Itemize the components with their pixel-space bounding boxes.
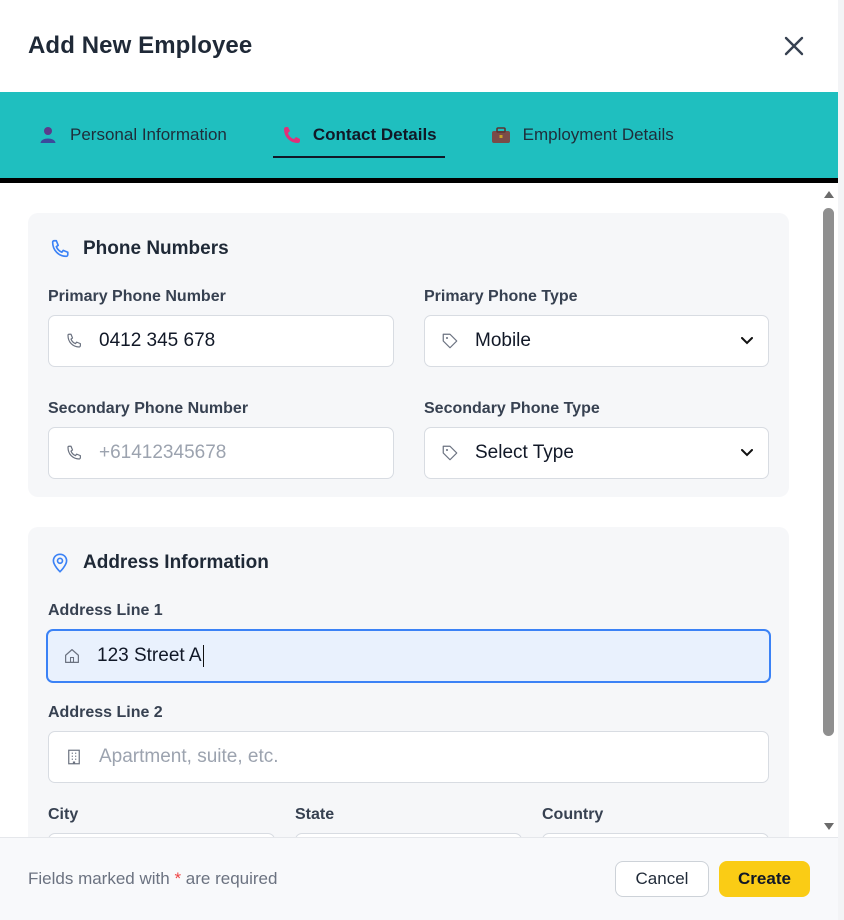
- state-field: State: [295, 805, 522, 837]
- secondary-phone-label: Secondary Phone Number: [48, 400, 249, 417]
- scroll-down-button[interactable]: [823, 821, 835, 831]
- form-content[interactable]: Phone Numbers Primary Phone Number 0412 …: [0, 183, 820, 837]
- tag-icon: [441, 332, 459, 350]
- secondary-type-field: Secondary Phone Type Select Type: [424, 399, 769, 479]
- primary-phone-input[interactable]: 0412 345 678: [48, 315, 394, 367]
- tab-bar: Personal Information Contact Details Emp…: [0, 92, 838, 178]
- phone-small-icon: [65, 332, 83, 350]
- address-information-section: Address Information Address Line 1 123 S…: [28, 527, 789, 837]
- required-fields-note: Fields marked with * are required: [28, 869, 277, 889]
- phone-small-icon: [65, 444, 83, 462]
- triangle-down-icon: [824, 822, 834, 830]
- primary-type-label: Primary Phone Type: [424, 288, 578, 305]
- dialog-footer: Fields marked with * are required Cancel…: [0, 837, 838, 920]
- address-line1-field: Address Line 1 123 Street A: [46, 601, 771, 683]
- primary-type-select[interactable]: Mobile: [424, 315, 769, 367]
- close-icon: [784, 36, 804, 56]
- tab-contact-details[interactable]: Contact Details: [272, 112, 445, 158]
- dialog-title: Add New Employee: [28, 32, 253, 59]
- person-icon: [38, 125, 58, 145]
- country-field: Country: [542, 805, 769, 837]
- city-field: City: [48, 805, 275, 837]
- scroll-up-button[interactable]: [823, 189, 835, 199]
- phone-icon: [281, 125, 301, 145]
- address-line2-label: Address Line 2: [48, 704, 163, 721]
- primary-type-field: Primary Phone Type Mobile: [424, 287, 769, 367]
- tab-employment-details[interactable]: Employment Details: [487, 112, 678, 158]
- secondary-type-select[interactable]: Select Type: [424, 427, 769, 479]
- address-line1-value-wrap: 123 Street A: [97, 644, 755, 667]
- close-button[interactable]: [776, 28, 812, 64]
- tab-personal-information[interactable]: Personal Information: [34, 112, 231, 158]
- map-pin-icon: [48, 551, 72, 575]
- dialog-header: Add New Employee: [0, 0, 838, 92]
- building-icon: [65, 748, 83, 766]
- home-icon: [63, 647, 81, 665]
- state-label: State: [295, 806, 335, 823]
- tab-label: Contact Details: [312, 125, 437, 144]
- secondary-phone-field: Secondary Phone Number +61412345678: [48, 399, 394, 479]
- add-employee-dialog: Add New Employee Personal Information Co…: [0, 0, 838, 920]
- phone-numbers-section: Phone Numbers Primary Phone Number 0412 …: [28, 213, 789, 497]
- create-button[interactable]: Create: [719, 861, 810, 897]
- cancel-button[interactable]: Cancel: [615, 861, 709, 897]
- note-text-before: Fields marked with: [28, 869, 175, 888]
- address-section-title: Address Information: [48, 551, 269, 575]
- triangle-up-icon: [824, 190, 834, 198]
- section-title-text: Phone Numbers: [83, 238, 229, 259]
- tab-label: Employment Details: [522, 125, 674, 144]
- address-line1-label: Address Line 1: [48, 602, 163, 619]
- chevron-down-icon: [740, 334, 754, 348]
- primary-phone-field: Primary Phone Number 0412 345 678: [48, 287, 394, 367]
- primary-type-value: Mobile: [475, 330, 531, 351]
- secondary-phone-placeholder: +61412345678: [99, 442, 227, 463]
- secondary-type-label: Secondary Phone Type: [424, 400, 600, 417]
- tab-label: Personal Information: [70, 125, 227, 144]
- note-text-after: are required: [181, 869, 278, 888]
- address-line1-value: 123 Street A: [97, 645, 202, 666]
- briefcase-icon: [491, 125, 511, 145]
- phone-section-title: Phone Numbers: [48, 237, 229, 261]
- secondary-phone-input[interactable]: +61412345678: [48, 427, 394, 479]
- section-title-text: Address Information: [83, 552, 269, 573]
- footer-buttons: Cancel Create: [615, 861, 810, 897]
- scrollbar-thumb[interactable]: [823, 208, 834, 736]
- chevron-down-icon: [740, 446, 754, 460]
- address-line1-input[interactable]: 123 Street A: [46, 629, 771, 683]
- phone-outline-icon: [48, 237, 72, 261]
- window-edge: [838, 0, 844, 920]
- address-line2-placeholder: Apartment, suite, etc.: [99, 746, 279, 767]
- text-caret: [202, 644, 204, 667]
- primary-phone-value: 0412 345 678: [99, 330, 216, 351]
- secondary-type-value: Select Type: [475, 442, 574, 463]
- address-line2-field: Address Line 2 Apartment, suite, etc.: [48, 703, 769, 783]
- tag-icon: [441, 444, 459, 462]
- primary-phone-label: Primary Phone Number: [48, 288, 226, 305]
- country-label: Country: [542, 806, 604, 823]
- address-line2-input[interactable]: Apartment, suite, etc.: [48, 731, 769, 783]
- city-label: City: [48, 806, 79, 823]
- content-scrollbar[interactable]: [820, 183, 838, 837]
